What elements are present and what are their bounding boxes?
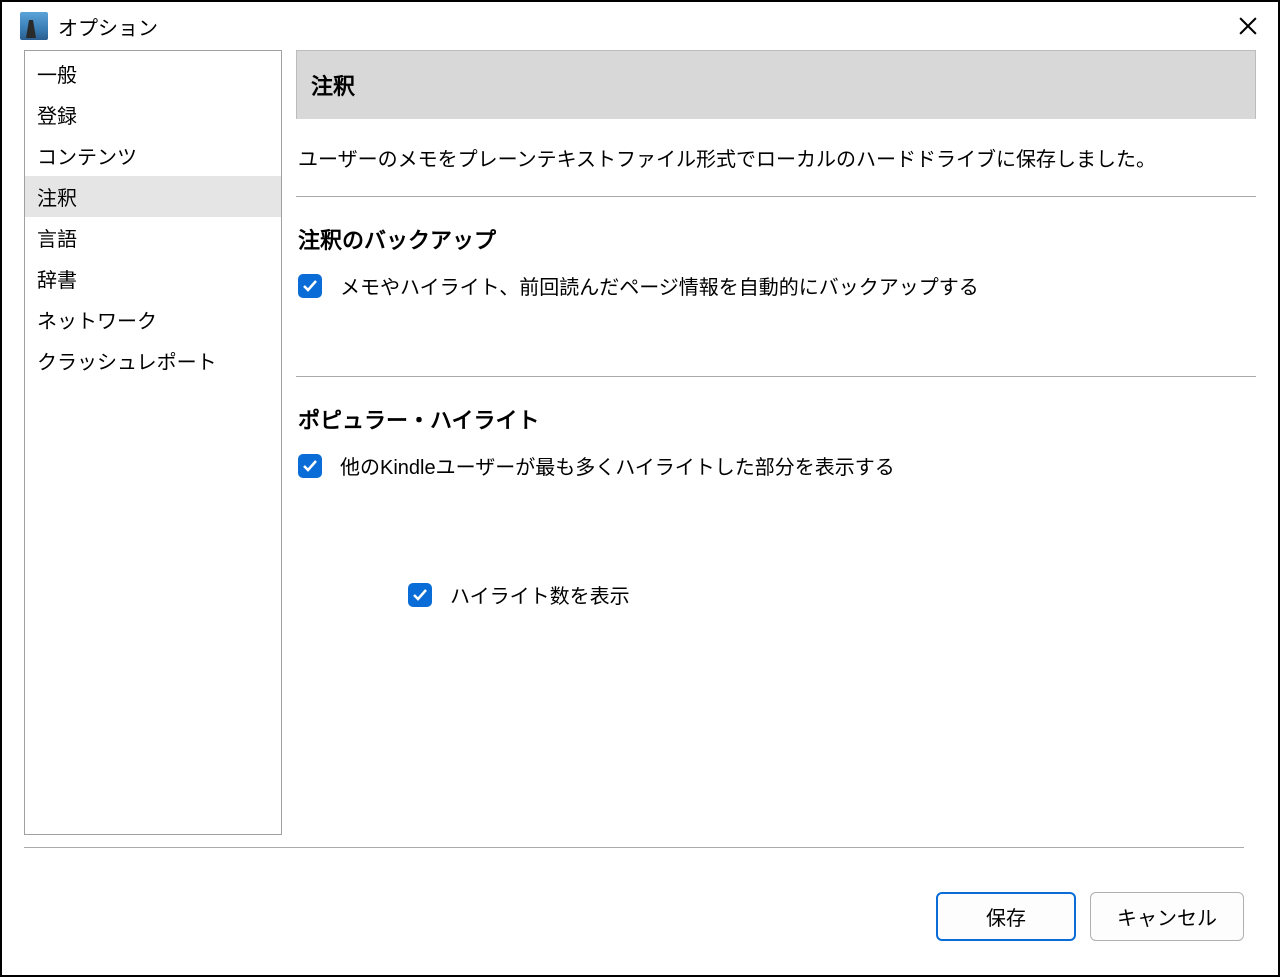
sidebar-item-crash-report[interactable]: クラッシュレポート (25, 340, 281, 381)
sidebar-item-content[interactable]: コンテンツ (25, 135, 281, 176)
save-button[interactable]: 保存 (936, 892, 1076, 941)
close-icon (1239, 17, 1257, 35)
titlebar: オプション (2, 2, 1278, 50)
highlight-count-checkbox[interactable] (408, 583, 432, 607)
footer-buttons: 保存 キャンセル (24, 892, 1244, 941)
close-button[interactable] (1230, 8, 1266, 44)
sidebar-item-language[interactable]: 言語 (25, 217, 281, 258)
popular-checkbox-row[interactable]: 他のKindleユーザーが最も多くハイライトした部分を表示する (298, 447, 1254, 484)
check-icon (412, 587, 428, 603)
check-icon (302, 458, 318, 474)
sidebar-item-general[interactable]: 一般 (25, 53, 281, 94)
backup-section: 注釈のバックアップ メモやハイライト、前回読んだページ情報を自動的にバックアップ… (296, 197, 1256, 304)
highlight-count-checkbox-row[interactable]: ハイライト数を表示 (408, 576, 1254, 613)
popular-checkbox-label: 他のKindleユーザーが最も多くハイライトした部分を表示する (340, 451, 895, 480)
cancel-button[interactable]: キャンセル (1090, 892, 1244, 941)
sidebar-item-register[interactable]: 登録 (25, 94, 281, 135)
section-description: ユーザーのメモをプレーンテキストファイル形式でローカルのハードドライブに保存しま… (296, 119, 1256, 197)
backup-section-title: 注釈のバックアップ (298, 223, 1254, 255)
highlight-count-checkbox-label: ハイライト数を表示 (450, 580, 630, 609)
backup-checkbox[interactable] (298, 274, 322, 298)
app-icon (20, 12, 48, 40)
window-title: オプション (58, 12, 158, 41)
footer-divider (24, 847, 1244, 848)
main-panel: 注釈 ユーザーのメモをプレーンテキストファイル形式でローカルのハードドライブに保… (296, 50, 1256, 835)
check-icon (302, 278, 318, 294)
sidebar: 一般 登録 コンテンツ 注釈 言語 辞書 ネットワーク クラッシュレポート (24, 50, 282, 835)
backup-checkbox-row[interactable]: メモやハイライト、前回読んだページ情報を自動的にバックアップする (298, 267, 1254, 304)
popular-section-title: ポピュラー・ハイライト (298, 403, 1254, 435)
popular-checkbox[interactable] (298, 454, 322, 478)
sidebar-item-network[interactable]: ネットワーク (25, 299, 281, 340)
sidebar-item-dictionary[interactable]: 辞書 (25, 258, 281, 299)
titlebar-left: オプション (20, 12, 158, 41)
backup-checkbox-label: メモやハイライト、前回読んだページ情報を自動的にバックアップする (340, 271, 979, 300)
sidebar-item-annotations[interactable]: 注釈 (25, 176, 281, 217)
section-header: 注釈 (296, 50, 1256, 119)
popular-section: ポピュラー・ハイライト 他のKindleユーザーが最も多くハイライトした部分を表… (296, 377, 1256, 613)
content-area: 一般 登録 コンテンツ 注釈 言語 辞書 ネットワーク クラッシュレポート 注釈… (2, 50, 1278, 835)
footer: 保存 キャンセル (2, 821, 1278, 975)
